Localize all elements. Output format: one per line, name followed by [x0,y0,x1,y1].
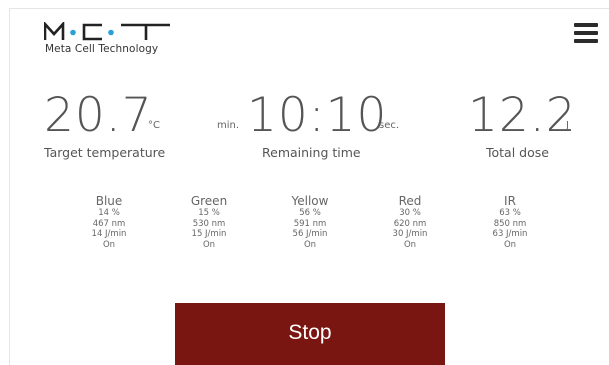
channel-percent: 14 % [98,208,120,218]
channel-rate: 30 J/min [392,229,428,239]
stop-button[interactable]: Stop [175,303,445,365]
channel-state: On [202,239,216,250]
time-unit-min: min. [217,120,240,131]
hamburger-menu-icon[interactable] [574,23,598,43]
channel-yellow: Yellow 56 % 591 nm 56 J/min On [270,194,350,250]
channel-percent: 15 % [198,208,220,218]
channel-wavelength: 467 nm [92,218,126,229]
temperature-value: 20.7 [44,88,153,143]
time-label: Remaining time [262,145,361,160]
dose-unit: J [566,120,569,131]
channel-name: Red [398,194,422,208]
channel-state: On [503,239,517,250]
channel-state: On [303,239,317,250]
total-dose-stat: 12.2 J Total dose [465,92,595,172]
channel-name: Blue [95,194,123,208]
channel-name: Green [190,194,228,208]
channel-wavelength: 530 nm [192,218,226,229]
channel-wavelength: 620 nm [393,218,427,229]
dose-value: 12.2 [468,88,577,143]
time-value: 10:10 [247,88,388,143]
time-unit-sec: sec. [379,120,400,131]
channel-rate: 15 J/min [191,229,227,239]
window-left-border [0,8,10,365]
channel-wavelength: 591 nm [293,218,327,229]
channel-percent: 30 % [399,208,421,218]
mct-logo-mark [44,22,170,41]
remaining-time-stat: min. 10:10 sec. Remaining time [210,92,410,172]
channel-rate: 56 J/min [292,229,328,239]
channel-percent: 63 % [499,208,521,218]
channel-ir: IR 63 % 850 nm 63 J/min On [470,194,550,250]
channel-name: Yellow [291,194,329,208]
channel-blue: Blue 14 % 467 nm 14 J/min On [69,194,149,250]
window-top-border [0,0,609,9]
channel-green: Green 15 % 530 nm 15 J/min On [169,194,249,250]
temperature-stat: 20.7 °C Target temperature [44,92,214,172]
channel-rate: 14 J/min [91,229,127,239]
dose-label: Total dose [486,145,549,160]
temperature-label: Target temperature [44,145,166,160]
channel-percent: 56 % [299,208,321,218]
mct-logo: Meta Cell Technology [44,22,174,58]
temperature-unit: °C [148,120,160,131]
channel-rate: 63 J/min [492,229,528,239]
channel-red: Red 30 % 620 nm 30 J/min On [370,194,450,250]
light-channels: Blue 14 % 467 nm 14 J/min On Green 15 % … [0,194,609,274]
channel-state: On [403,239,417,250]
channel-name: IR [504,194,516,208]
channel-state: On [102,239,116,250]
brand-subtitle: Meta Cell Technology [45,43,159,55]
channel-wavelength: 850 nm [493,218,527,229]
